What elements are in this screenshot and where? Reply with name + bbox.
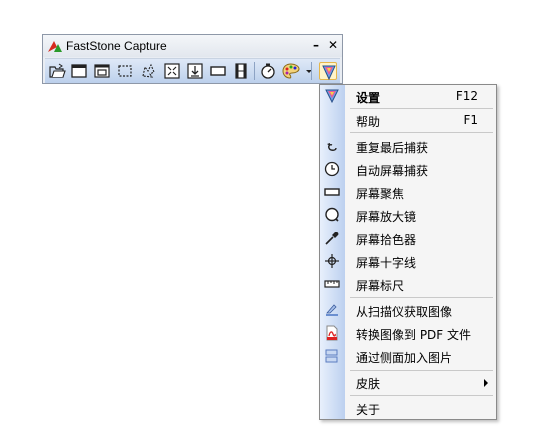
menu-separator xyxy=(350,132,493,133)
menu-label: 屏幕拾色器 xyxy=(356,233,417,247)
output-color-icon[interactable] xyxy=(282,62,300,80)
ruler-icon xyxy=(324,276,340,292)
menu-label: 从扫描仪获取图像 xyxy=(356,305,453,319)
menu-item-about[interactable]: 关于 xyxy=(320,397,496,419)
title-bar[interactable]: FastStone Capture – ✕ xyxy=(43,35,342,57)
menu-label: 屏幕聚焦 xyxy=(356,187,405,201)
magnifier-icon xyxy=(324,207,340,223)
toolbar-separator xyxy=(311,62,312,80)
delay-timer-icon[interactable] xyxy=(259,62,277,80)
menu-item-convert-pdf[interactable]: 转换图像到 PDF 文件 xyxy=(320,322,496,344)
menu-label: 屏幕十字线 xyxy=(356,256,417,270)
capture-scrolling-icon[interactable] xyxy=(186,62,204,80)
join-images-icon xyxy=(324,348,340,364)
menu-item-scanner[interactable]: 从扫描仪获取图像 xyxy=(320,299,496,321)
menu-label: 转换图像到 PDF 文件 xyxy=(356,328,472,342)
window-title: FastStone Capture xyxy=(66,39,167,53)
close-button[interactable]: ✕ xyxy=(326,38,340,52)
settings-icon xyxy=(324,88,340,104)
toolbar-separator xyxy=(254,62,255,80)
menu-label: 屏幕标尺 xyxy=(356,279,405,293)
menu-item-settings[interactable]: 设置 F12 xyxy=(320,85,496,107)
color-picker-icon xyxy=(324,230,340,246)
settings-popup-menu: 设置 F12 帮助 F1 重复最后捕获 自动屏幕捕获 屏幕聚焦 屏幕放大镜 屏幕… xyxy=(319,84,497,420)
menu-label: 设置 xyxy=(356,91,381,105)
menu-label: 关于 xyxy=(356,403,381,417)
settings-menu-icon[interactable] xyxy=(319,62,337,81)
capture-toolbar xyxy=(45,58,340,83)
capture-freehand-icon[interactable] xyxy=(139,62,157,80)
menu-separator xyxy=(350,395,493,396)
menu-item-crosshair[interactable]: 屏幕十字线 xyxy=(320,250,496,272)
faststone-logo-icon xyxy=(48,41,62,52)
capture-fullscreen-icon[interactable] xyxy=(163,62,181,80)
capture-object-icon[interactable] xyxy=(93,62,111,80)
open-file-icon[interactable] xyxy=(48,62,66,80)
capture-rectangle-icon[interactable] xyxy=(116,62,134,80)
capture-fixed-region-icon[interactable] xyxy=(209,62,227,80)
minimize-button[interactable]: – xyxy=(309,38,323,52)
menu-label: 皮肤 xyxy=(356,377,381,391)
menu-item-spotlight[interactable]: 屏幕聚焦 xyxy=(320,181,496,203)
menu-label: 通过侧面加入图片 xyxy=(356,351,453,365)
menu-shortcut: F12 xyxy=(455,89,478,103)
menu-item-magnifier[interactable]: 屏幕放大镜 xyxy=(320,204,496,226)
faststone-capture-window: FastStone Capture – ✕ xyxy=(42,34,343,84)
scanner-icon xyxy=(324,302,340,318)
menu-label: 重复最后捕获 xyxy=(356,141,429,155)
menu-shortcut: F1 xyxy=(463,113,478,127)
menu-label: 屏幕放大镜 xyxy=(356,210,417,224)
menu-item-color-picker[interactable]: 屏幕拾色器 xyxy=(320,227,496,249)
screen-recorder-icon[interactable] xyxy=(232,62,250,80)
menu-separator xyxy=(350,297,493,298)
menu-item-auto-capture[interactable]: 自动屏幕捕获 xyxy=(320,158,496,180)
menu-label: 帮助 xyxy=(356,115,381,129)
capture-window-icon[interactable] xyxy=(70,62,88,80)
menu-item-join-images[interactable]: 通过侧面加入图片 xyxy=(320,345,496,367)
pdf-icon xyxy=(324,325,340,341)
crosshair-icon xyxy=(324,253,340,269)
menu-item-skin[interactable]: 皮肤 xyxy=(320,371,496,393)
repeat-capture-icon xyxy=(324,138,340,154)
menu-label: 自动屏幕捕获 xyxy=(356,164,429,178)
spotlight-icon xyxy=(324,184,340,200)
menu-item-ruler[interactable]: 屏幕标尺 xyxy=(320,273,496,295)
output-dropdown-icon[interactable] xyxy=(300,62,312,80)
clock-icon xyxy=(324,161,340,177)
menu-item-repeat-last-capture[interactable]: 重复最后捕获 xyxy=(320,135,496,157)
menu-item-help[interactable]: 帮助 F1 xyxy=(320,109,496,131)
submenu-arrow-icon xyxy=(484,379,488,387)
